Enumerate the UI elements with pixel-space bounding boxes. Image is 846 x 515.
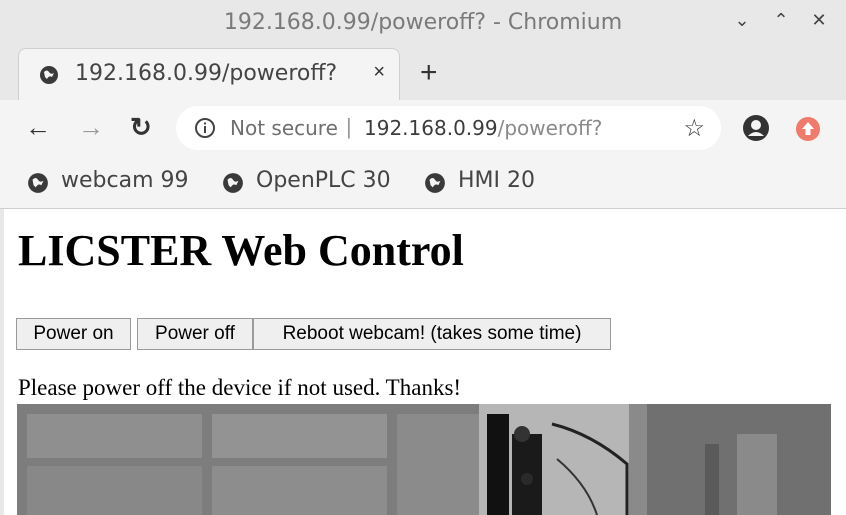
url-path: /poweroff? <box>497 116 603 140</box>
url-separator: | <box>346 114 352 139</box>
url-host: 192.168.0.99 <box>364 116 498 140</box>
bookmark-label: OpenPLC 30 <box>256 168 391 193</box>
close-window-button[interactable]: ✕ <box>808 10 830 31</box>
bookmark-star-icon[interactable]: ☆ <box>683 114 705 143</box>
back-button[interactable]: ← <box>25 112 51 143</box>
globe-icon <box>39 65 59 90</box>
notice-text: Please power off the device if not used.… <box>18 375 462 400</box>
update-icon[interactable] <box>795 116 821 147</box>
globe-icon <box>223 173 243 193</box>
url-text[interactable]: 192.168.0.99/poweroff? <box>364 116 602 140</box>
power-off-button[interactable]: Power off <box>137 318 253 350</box>
tab-strip: 192.168.0.99/poweroff? × + <box>0 48 846 101</box>
address-bar[interactable]: Not secure | 192.168.0.99/poweroff? ☆ <box>176 106 721 150</box>
minimize-button[interactable]: ⌄ <box>731 10 753 31</box>
reload-button[interactable]: ↻ <box>130 112 152 143</box>
forward-button[interactable]: → <box>78 112 104 143</box>
new-tab-button[interactable]: + <box>420 56 438 90</box>
browser-toolbar: ← → ↻ Not secure | 192.168.0.99/poweroff… <box>0 100 846 158</box>
tab-poweroff[interactable]: 192.168.0.99/poweroff? × <box>18 48 400 101</box>
tab-close-icon[interactable]: × <box>373 61 385 84</box>
window-titlebar: 192.168.0.99/poweroff? - Chromium ⌄ ⌃ ✕ <box>0 0 846 48</box>
bookmarks-bar: webcam 99 OpenPLC 30 HMI 20 <box>0 158 846 209</box>
security-label: Not secure <box>230 116 338 140</box>
globe-icon <box>28 173 48 193</box>
bookmark-label: webcam 99 <box>61 168 189 193</box>
maximize-button[interactable]: ⌃ <box>770 10 792 31</box>
page-content: LICSTER Web Control Power on Power off R… <box>4 209 846 515</box>
window-title: 192.168.0.99/poweroff? - Chromium <box>223 10 623 35</box>
globe-icon <box>425 173 445 193</box>
power-on-button[interactable]: Power on <box>16 318 131 350</box>
reboot-webcam-button[interactable]: Reboot webcam! (takes some time) <box>253 318 611 350</box>
page-title: LICSTER Web Control <box>18 226 464 275</box>
info-icon[interactable] <box>194 117 216 144</box>
bookmark-label: HMI 20 <box>458 168 535 193</box>
tab-title: 192.168.0.99/poweroff? <box>75 61 338 86</box>
webcam-image <box>17 404 831 515</box>
profile-icon[interactable] <box>742 114 770 147</box>
